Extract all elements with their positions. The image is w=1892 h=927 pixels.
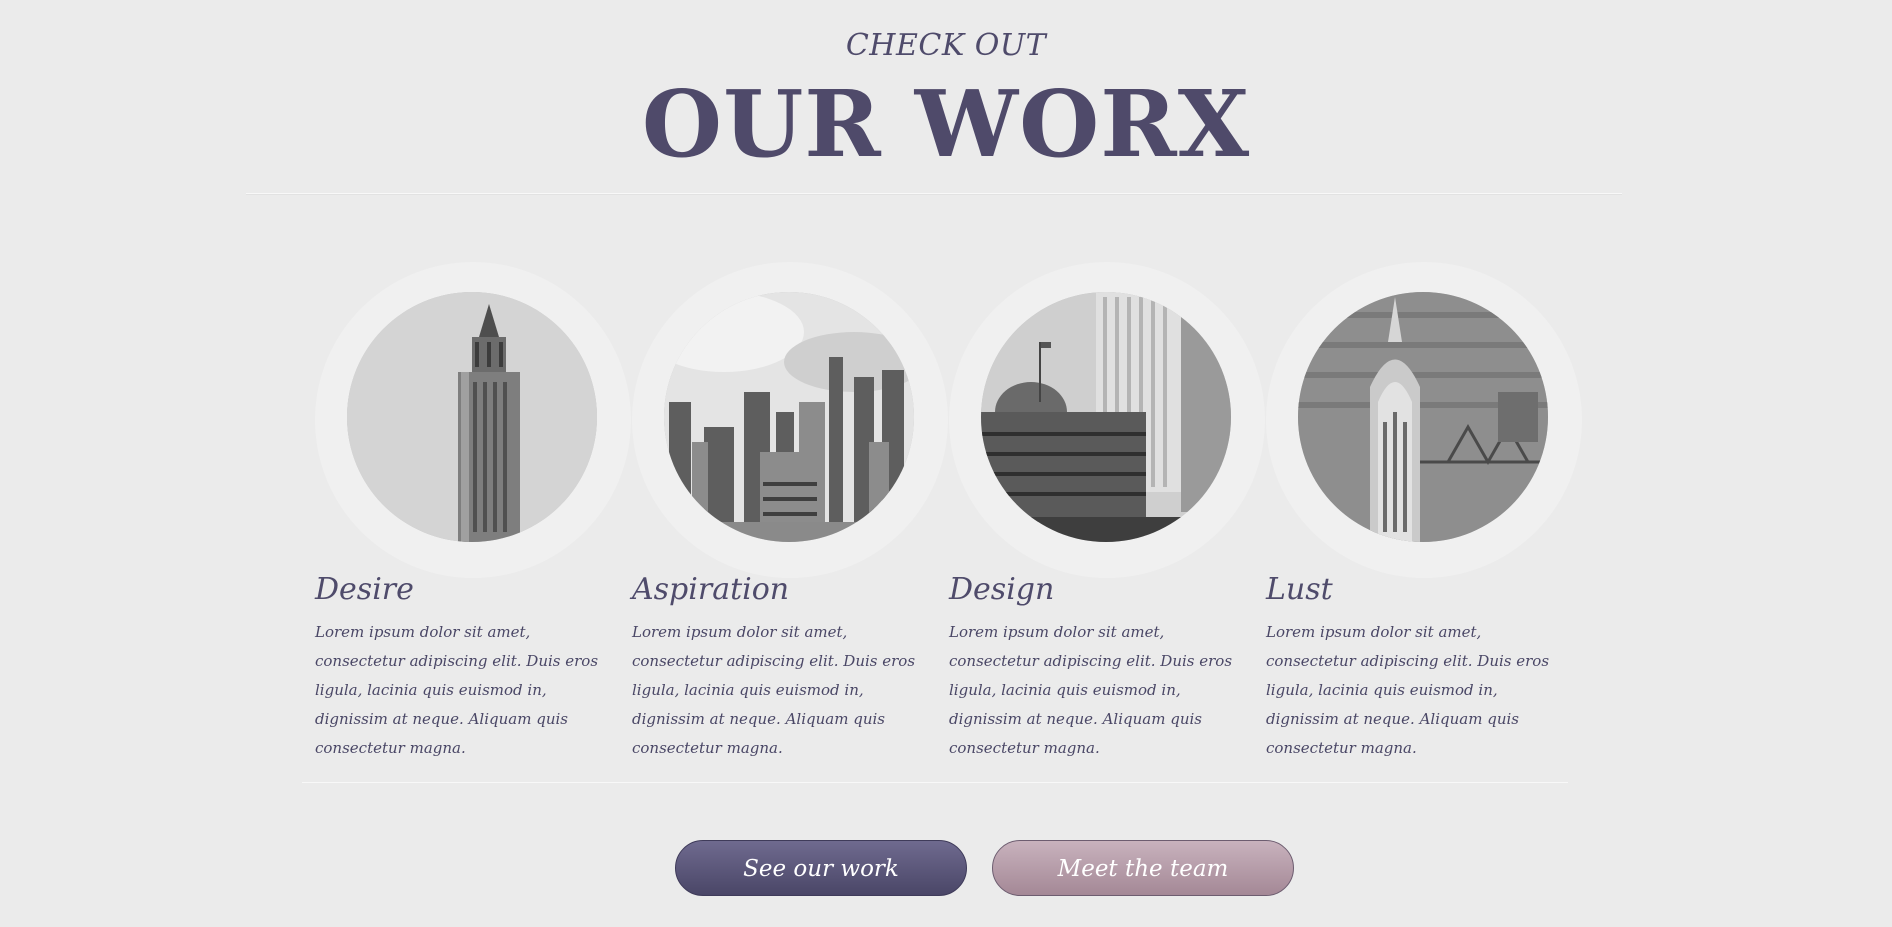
see-our-work-button[interactable]: See our work	[675, 840, 967, 896]
card-title: Aspiration	[632, 572, 790, 607]
work-card-aspiration: Aspiration Lorem ipsum dolor sit amet, c…	[632, 262, 948, 757]
photo-ring	[949, 262, 1265, 578]
post-office-photo[interactable]	[981, 292, 1231, 542]
chrysler-building-photo[interactable]	[1298, 292, 1548, 542]
page-title: OUR WORX	[641, 70, 1251, 178]
meet-the-team-button[interactable]: Meet the team	[992, 840, 1294, 896]
bottom-divider	[302, 782, 1568, 783]
photo-ring	[315, 262, 631, 578]
card-description: Lorem ipsum dolor sit amet, consectetur …	[1266, 623, 1550, 757]
card-description: Lorem ipsum dolor sit amet, consectetur …	[315, 623, 599, 757]
photo-ring	[1266, 262, 1582, 578]
top-divider	[246, 193, 1622, 195]
card-title: Design	[949, 572, 1055, 607]
card-title: Desire	[315, 572, 414, 607]
skyline-photo[interactable]	[664, 292, 914, 542]
work-card-lust: Lust Lorem ipsum dolor sit amet, consect…	[1266, 262, 1582, 757]
woolworth-building-photo[interactable]	[347, 292, 597, 542]
section-eyebrow: CHECK OUT	[845, 28, 1047, 63]
work-card-design: Design Lorem ipsum dolor sit amet, conse…	[949, 262, 1265, 757]
photo-ring	[632, 262, 948, 578]
card-title: Lust	[1266, 572, 1333, 607]
card-description: Lorem ipsum dolor sit amet, consectetur …	[949, 623, 1233, 757]
work-card-desire: Desire Lorem ipsum dolor sit amet, conse…	[315, 262, 631, 757]
card-description: Lorem ipsum dolor sit amet, consectetur …	[632, 623, 916, 757]
